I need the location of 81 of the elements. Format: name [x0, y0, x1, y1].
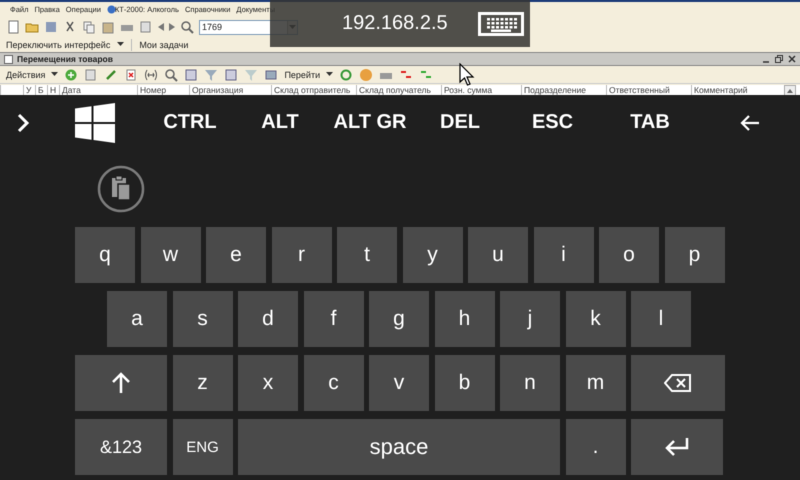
- function-key[interactable]: ALT GR: [325, 102, 415, 142]
- scroll-up-icon: [784, 85, 796, 95]
- keyboard-key[interactable]: o: [599, 227, 659, 283]
- backspace-key[interactable]: [631, 355, 725, 411]
- add-icon: [64, 68, 78, 82]
- keyboard-key[interactable]: f: [304, 291, 364, 347]
- caret-icon: [51, 72, 58, 77]
- keyboard-key[interactable]: k: [566, 291, 626, 347]
- symbols-key[interactable]: &123: [75, 419, 167, 475]
- keyboard-key[interactable]: l: [631, 291, 691, 347]
- search-icon: [164, 68, 178, 82]
- brackets-icon: [144, 68, 158, 82]
- help-icon: [359, 68, 374, 82]
- keyboard-key[interactable]: t: [337, 227, 397, 283]
- keyboard-key[interactable]: s: [172, 291, 232, 347]
- keyboard-key[interactable]: ENG: [172, 419, 232, 475]
- toolbar-link[interactable]: Переключить интерфейс: [6, 40, 110, 50]
- back-arrow-icon: [158, 23, 164, 31]
- keyboard-key[interactable]: c: [304, 355, 364, 411]
- keyboard-key[interactable]: i: [534, 227, 594, 283]
- export-icon: [264, 68, 278, 82]
- keyboard-key[interactable]: z: [172, 355, 232, 411]
- keyboard-key[interactable]: r: [272, 227, 332, 283]
- globe-icon: [106, 5, 116, 14]
- forward-arrow-icon: [169, 23, 175, 31]
- left-arrow-icon: [739, 114, 761, 132]
- document-icon: [4, 54, 13, 64]
- caret-icon: [326, 72, 334, 77]
- keyboard-button[interactable]: [478, 12, 524, 36]
- backspace-icon: [664, 374, 692, 392]
- keyboard-key[interactable]: y: [402, 227, 462, 283]
- keyboard-key[interactable]: q: [75, 227, 135, 283]
- keyboard-key[interactable]: d: [238, 291, 298, 347]
- windows-logo-icon: [75, 102, 115, 142]
- table-icon: [184, 68, 198, 82]
- keyboard-key[interactable]: x: [238, 355, 298, 411]
- table-icon: [224, 68, 238, 82]
- keyboard-key[interactable]: u: [468, 227, 528, 283]
- search-icon: [180, 20, 194, 34]
- refresh-icon: [339, 68, 354, 82]
- caret-icon: [117, 42, 124, 47]
- function-key[interactable]: ALT: [235, 102, 325, 142]
- copy-icon: [82, 20, 96, 34]
- window-title: Перемещения товаров: [17, 54, 113, 64]
- save-icon: [44, 20, 58, 34]
- keyboard-key[interactable]: v: [369, 355, 429, 411]
- preview-icon: [139, 20, 153, 34]
- shift-key[interactable]: [75, 355, 167, 411]
- enter-key[interactable]: [631, 419, 723, 475]
- function-key[interactable]: DEL: [415, 102, 505, 142]
- toolbar-link[interactable]: Мои задачи: [139, 40, 188, 50]
- keyboard-key[interactable]: h: [434, 291, 494, 347]
- function-key[interactable]: ESC: [505, 102, 600, 142]
- keyboard-key[interactable]: g: [369, 291, 429, 347]
- pencil-icon: [104, 68, 118, 82]
- chevron-right-icon: [16, 112, 30, 132]
- keyboard-key[interactable]: p: [664, 227, 724, 283]
- keyboard-key[interactable]: n: [500, 355, 560, 411]
- goto-menu[interactable]: Перейти: [284, 70, 320, 80]
- keyboard-key[interactable]: m: [566, 355, 626, 411]
- keyboard-key[interactable]: e: [206, 227, 266, 283]
- up-arrow-icon: [111, 372, 131, 394]
- keyboard-icon: [478, 12, 524, 36]
- delete-icon: [124, 68, 138, 82]
- paste-icon: [101, 20, 115, 34]
- restore-icon: [775, 55, 783, 63]
- keyboard-key[interactable]: w: [140, 227, 200, 283]
- keyboard-key[interactable]: b: [434, 355, 494, 411]
- clipboard-icon: [97, 164, 145, 212]
- new-document-icon: [6, 20, 20, 34]
- keyboard-key[interactable]: a: [107, 291, 167, 347]
- keyboard-key[interactable]: j: [500, 291, 560, 347]
- actions-menu[interactable]: Действия: [6, 70, 46, 80]
- enter-icon: [664, 437, 690, 457]
- host-address: 192.168.2.5: [342, 12, 448, 35]
- function-key[interactable]: CTRL: [145, 102, 235, 142]
- copy-icon: [84, 68, 98, 82]
- function-key[interactable]: TAB: [600, 102, 700, 142]
- keyboard-key[interactable]: .: [566, 419, 626, 475]
- close-icon: [788, 55, 796, 63]
- space-key[interactable]: space: [238, 419, 560, 475]
